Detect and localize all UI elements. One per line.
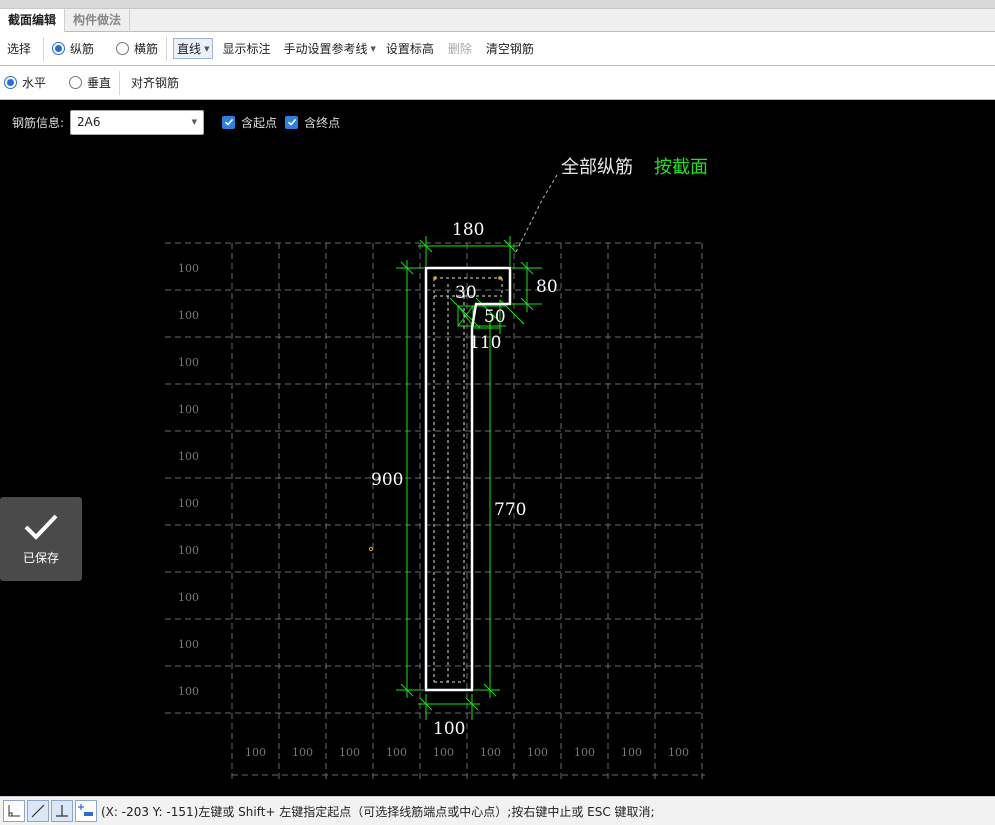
cursor-point [368, 546, 374, 552]
line-mode-label: 直线 [177, 42, 202, 56]
radio-checked-icon [4, 76, 17, 89]
grid-label: 100 [178, 591, 199, 604]
grid-label: 100 [178, 403, 199, 416]
longitudinal-radio[interactable]: 纵筋 [52, 40, 94, 57]
grid-label: 100 [292, 746, 313, 759]
include-end-label: 含终点 [304, 115, 341, 130]
rebar-info-combo[interactable]: 2A6 ▼ [70, 109, 205, 135]
dim-180: 180 [452, 220, 484, 240]
grid-label: 100 [178, 450, 199, 463]
ortho-snap-button[interactable] [3, 800, 25, 822]
saved-toast: 已保存 [0, 497, 82, 581]
dim-900: 900 [371, 470, 403, 490]
grid-label: 100 [178, 262, 199, 275]
toolbar-divider [43, 36, 45, 61]
grid-label: 100 [178, 544, 199, 557]
grid-label: 100 [178, 685, 199, 698]
grid-label: 100 [480, 746, 501, 759]
grid-label: 100 [178, 497, 199, 510]
tab-component-method[interactable]: 构件做法 [65, 9, 131, 32]
radio-unchecked-icon [69, 76, 83, 89]
select-button[interactable]: 选择 [7, 40, 31, 57]
longitudinal-label: 纵筋 [70, 42, 95, 56]
vertical-label: 垂直 [87, 76, 112, 90]
line-snap-button[interactable] [27, 800, 49, 822]
ortho-icon [8, 805, 20, 817]
include-end-checkbox[interactable]: 含终点 [285, 114, 340, 131]
section-editor-window: 截面编辑 构件做法 选择 纵筋 横筋 直线 ▼ 显示标注 手动设置参考线 ▼ 设… [0, 0, 995, 825]
diagonal-line-icon [31, 804, 45, 818]
dim-30: 30 [455, 283, 477, 303]
toolbar-main: 选择 纵筋 横筋 直线 ▼ 显示标注 手动设置参考线 ▼ 设置标高 删除 清空钢… [0, 32, 995, 66]
grid-label: 100 [178, 356, 199, 369]
dim-110: 110 [469, 333, 501, 353]
rebar-endpoint[interactable] [498, 276, 502, 280]
check-icon [24, 514, 58, 540]
grid-label: 100 [621, 746, 642, 759]
vertical-radio[interactable]: 垂直 [69, 74, 111, 91]
grid-label: 100 [245, 746, 266, 759]
horizontal-radio[interactable]: 水平 [4, 74, 46, 91]
grid-label: 100 [178, 309, 199, 322]
saved-label: 已保存 [22, 550, 59, 565]
all-long-rebar-label[interactable]: 全部纵筋 [561, 157, 633, 178]
checkbox-checked-icon [285, 115, 299, 129]
include-start-checkbox[interactable]: 含起点 [222, 114, 277, 131]
transverse-radio[interactable]: 横筋 [116, 40, 158, 57]
toolbar-divider [119, 70, 121, 95]
manual-ref-line-label: 手动设置参考线 [283, 42, 368, 56]
horizontal-label: 水平 [22, 76, 47, 90]
manual-ref-line-dropdown[interactable]: 手动设置参考线 ▼ [283, 40, 375, 57]
chevron-down-icon: ▼ [204, 44, 210, 53]
tab-bar: 截面编辑 构件做法 [0, 9, 995, 33]
toolbar-divider [166, 36, 168, 61]
delete-button[interactable]: 删除 [448, 40, 472, 57]
rebar-info-row: 钢筋信息: 2A6 ▼ 含起点 含终点 [0, 108, 995, 136]
grid-label: 100 [339, 746, 360, 759]
perpendicular-icon [56, 805, 68, 817]
rebar-endpoint[interactable] [433, 276, 437, 280]
grid-label: 100 [668, 746, 689, 759]
radio-unchecked-icon [116, 42, 130, 55]
show-dimensions-button[interactable]: 显示标注 [222, 40, 270, 57]
transverse-label: 横筋 [134, 42, 159, 56]
clear-rebar-button[interactable]: 清空钢筋 [486, 40, 534, 57]
by-section-label[interactable]: 按截面 [654, 157, 708, 178]
grid-label: 100 [433, 746, 454, 759]
title-strip [0, 0, 995, 9]
grid-label: 100 [574, 746, 595, 759]
perpendicular-snap-button[interactable] [51, 800, 73, 822]
status-text: (X: -203 Y: -151)左键或 Shift+ 左键指定起点（可选择线筋… [101, 804, 655, 819]
dim-770: 770 [494, 500, 526, 520]
chevron-down-icon: ▼ [370, 44, 376, 53]
toolbar-secondary: 水平 垂直 对齐钢筋 [0, 66, 995, 100]
grid-lines [165, 242, 705, 780]
dim-80: 80 [536, 277, 558, 297]
rebar-info-label: 钢筋信息: [12, 115, 65, 130]
line-mode-dropdown[interactable]: 直线 ▼ [173, 38, 214, 59]
status-bar: (X: -203 Y: -151)左键或 Shift+ 左键指定起点（可选择线筋… [0, 796, 995, 825]
add-point-button[interactable] [75, 800, 97, 822]
radio-checked-icon [52, 42, 66, 55]
chevron-down-icon: ▼ [191, 118, 198, 126]
grid-label: 100 [386, 746, 407, 759]
rebar-info-value: 2A6 [77, 115, 101, 129]
leader-line [515, 174, 558, 253]
dim-100: 100 [433, 719, 465, 739]
dim-50: 50 [484, 307, 506, 327]
include-start-label: 含起点 [241, 115, 278, 130]
align-rebar-button[interactable]: 对齐钢筋 [131, 74, 179, 91]
grid-label: 100 [527, 746, 548, 759]
grid-label: 100 [178, 638, 199, 651]
section-drawing-canvas[interactable]: 100 100 100 100 100 100 100 100 100 100 100 100 100 1… [0, 136, 995, 794]
section-outline[interactable] [424, 266, 512, 692]
tab-section-edit[interactable]: 截面编辑 [0, 9, 66, 33]
add-point-icon [78, 804, 93, 816]
set-elevation-button[interactable]: 设置标高 [386, 40, 434, 57]
checkbox-checked-icon [222, 115, 236, 129]
grid-labels: 100 100 100 100 100 100 100 100 100 100 100 100 100 1… [178, 262, 689, 759]
